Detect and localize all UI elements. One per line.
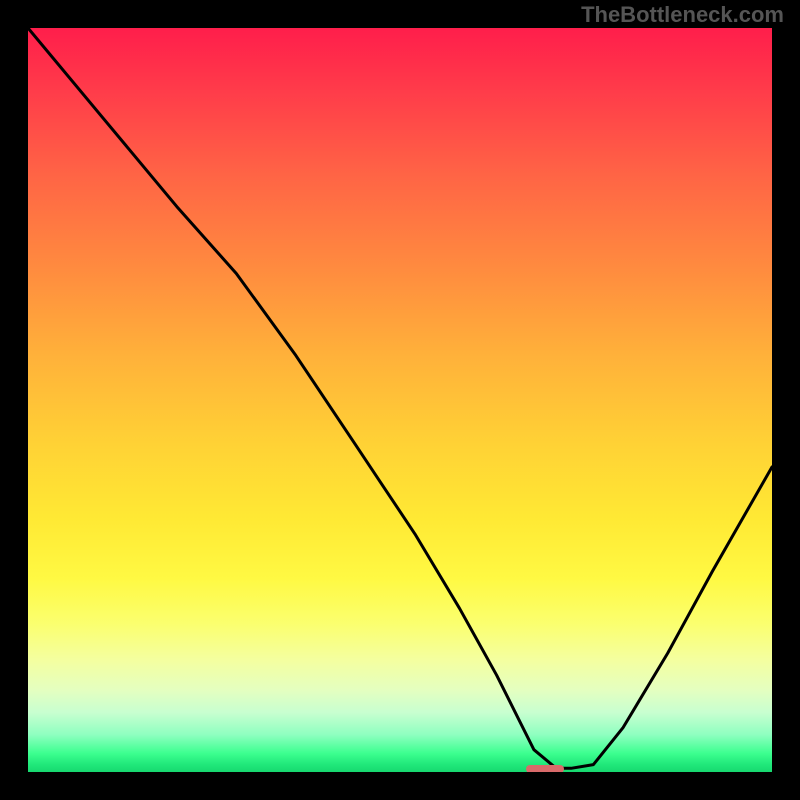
curve-svg: [28, 28, 772, 772]
chart-frame: TheBottleneck.com: [0, 0, 800, 800]
bottleneck-curve: [28, 28, 772, 768]
watermark-text: TheBottleneck.com: [581, 2, 784, 28]
plot-area: [28, 28, 772, 772]
optimal-marker: [526, 765, 563, 772]
